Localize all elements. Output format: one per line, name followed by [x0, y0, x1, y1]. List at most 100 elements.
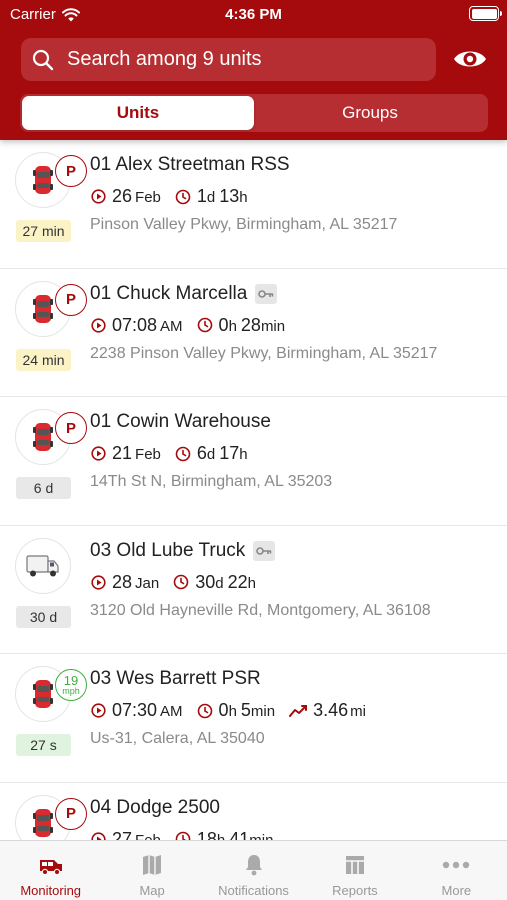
distance-unit: mi	[350, 703, 366, 720]
unit-trip-info: 21 Feb 6 d 17 h	[91, 443, 262, 464]
duration-b: 5	[240, 700, 251, 720]
duration-a: 18	[196, 828, 217, 841]
key-icon	[258, 289, 274, 298]
date-main: 27	[112, 828, 133, 841]
monitoring-van-icon	[39, 860, 62, 876]
unit-name: 03 Wes Barrett PSR	[90, 668, 261, 689]
search-icon	[32, 49, 54, 70]
parked-badge: P	[55, 412, 87, 444]
unit-name-line: 04 Dodge 2500	[90, 797, 220, 819]
event-start-icon	[91, 703, 106, 718]
duration: 1 d 13 h	[175, 186, 248, 207]
date-small: Feb	[135, 831, 161, 841]
duration: 18 h 41 min	[175, 828, 274, 841]
date-small: Feb	[135, 446, 161, 463]
unit-row[interactable]: P 6 d 01 Cowin Warehouse 21 Feb 6 d 17 h 14Th St …	[0, 397, 507, 526]
duration-b-unit: h	[239, 189, 248, 206]
tab-units[interactable]: Units	[22, 96, 254, 130]
duration-b: 22	[227, 571, 248, 592]
speed-badge: 19 mph	[55, 669, 87, 701]
unit-row[interactable]: 30 d 03 Old Lube Truck 28 Jan 30 d 22 h 3120 Old…	[0, 526, 507, 654]
event-start-icon	[91, 317, 106, 333]
tab-reports[interactable]: Reports	[304, 841, 405, 900]
date-main: 21	[112, 443, 133, 463]
search-input[interactable]	[67, 48, 427, 71]
trip-distance-icon	[289, 704, 308, 717]
duration: 6 d 17 h	[175, 443, 248, 464]
tab-monitoring[interactable]: Monitoring	[0, 841, 101, 900]
duration-a: 6	[196, 443, 207, 463]
parked-badge: P	[55, 797, 87, 830]
event-start-icon	[91, 446, 106, 461]
duration-clock-icon	[175, 189, 191, 204]
duration-b: 41	[229, 828, 250, 841]
unit-row[interactable]: P 24 min 01 Chuck Marcella 07:08 AM 0 h 28 min 22…	[0, 269, 507, 397]
tab-map[interactable]: Map	[101, 841, 202, 900]
date-main: 07:30	[112, 700, 158, 720]
unit-name-line: 03 Wes Barrett PSR	[90, 668, 261, 690]
unit-address: 2238 Pinson Valley Pkwy, Birmingham, AL …	[90, 344, 438, 362]
search-bar[interactable]	[21, 38, 436, 81]
tab-monitoring-label: Monitoring	[20, 883, 82, 898]
duration: 0 h 5 min	[197, 700, 275, 721]
tab-reports-label: Reports	[332, 883, 378, 898]
tab-more-label: More	[441, 883, 472, 898]
last-message-age: 24 min	[16, 348, 71, 371]
distance-value: 3.46	[313, 700, 349, 720]
car-icon	[33, 166, 53, 194]
eye-icon[interactable]	[452, 44, 488, 74]
trip-distance: 3.46 mi	[289, 700, 366, 721]
parked-badge: P	[55, 283, 87, 316]
duration-b-unit: h	[239, 446, 248, 463]
date-small: Jan	[135, 574, 160, 592]
duration-a: 1	[196, 186, 207, 206]
unit-name: 01 Cowin Warehouse	[90, 411, 271, 432]
last-event-date: 07:08 AM	[91, 315, 183, 336]
last-message-age: 27 min	[16, 220, 71, 242]
duration-a-unit: d	[215, 574, 224, 592]
tab-more[interactable]: More	[406, 841, 507, 900]
tab-notifications[interactable]: Notifications	[203, 841, 304, 900]
unit-address: Us-31, Calera, AL 35040	[90, 730, 265, 747]
duration-clock-icon	[175, 446, 191, 461]
duration-clock-icon	[175, 831, 191, 840]
unit-name: 01 Alex Streetman RSS	[90, 154, 290, 175]
duration: 30 d 22 h	[173, 572, 256, 593]
duration: 0 h 28 min	[197, 314, 286, 336]
status-bar: Carrier 4:36 PM	[0, 0, 507, 30]
duration-b: 17	[219, 443, 240, 463]
speed-unit: mph	[62, 686, 80, 696]
duration-b-unit: min	[249, 831, 274, 841]
date-small: Feb	[135, 189, 161, 206]
event-start-icon	[91, 574, 106, 590]
unit-name: 01 Chuck Marcella	[90, 282, 248, 304]
duration-a-unit: h	[228, 317, 237, 335]
unit-address: Pinson Valley Pkwy, Birmingham, AL 35217	[90, 216, 398, 233]
ignition-key-badge	[255, 283, 278, 304]
unit-row[interactable]: P 04 Dodge 2500 27 Feb 18 h 41 min	[0, 783, 507, 841]
unit-name-line: 03 Old Lube Truck	[90, 539, 276, 562]
tab-groups[interactable]: Groups	[254, 96, 486, 130]
unit-name: 03 Old Lube Truck	[90, 539, 246, 561]
last-event-date: 28 Jan	[91, 572, 159, 593]
parked-badge: P	[55, 155, 87, 187]
unit-row[interactable]: 19 mph 27 s 03 Wes Barrett PSR 07:30 AM 0 h 5 min…	[0, 654, 507, 783]
car-icon	[33, 294, 53, 323]
duration-b-unit: h	[247, 574, 256, 592]
duration-b: 13	[219, 186, 240, 206]
duration-a-unit: h	[216, 831, 226, 841]
last-message-age: 6 d	[16, 477, 71, 499]
tab-notifications-label: Notifications	[218, 883, 289, 898]
units-groups-switch: Units Groups	[20, 94, 488, 132]
duration-b-unit: min	[260, 317, 286, 335]
unit-address: 3120 Old Hayneville Rd, Montgomery, AL 3…	[90, 601, 431, 619]
car-icon	[33, 680, 53, 708]
reports-icon	[345, 856, 364, 874]
unit-trip-info: 26 Feb 1 d 13 h	[91, 186, 262, 207]
last-event-date: 21 Feb	[91, 443, 161, 464]
map-icon	[143, 855, 162, 875]
date-small: AM	[160, 703, 183, 720]
status-time: 4:36 PM	[225, 6, 282, 23]
duration-b: 28	[240, 314, 261, 335]
unit-row[interactable]: P 27 min 01 Alex Streetman RSS 26 Feb 1 d 13 h Pi…	[0, 140, 507, 269]
